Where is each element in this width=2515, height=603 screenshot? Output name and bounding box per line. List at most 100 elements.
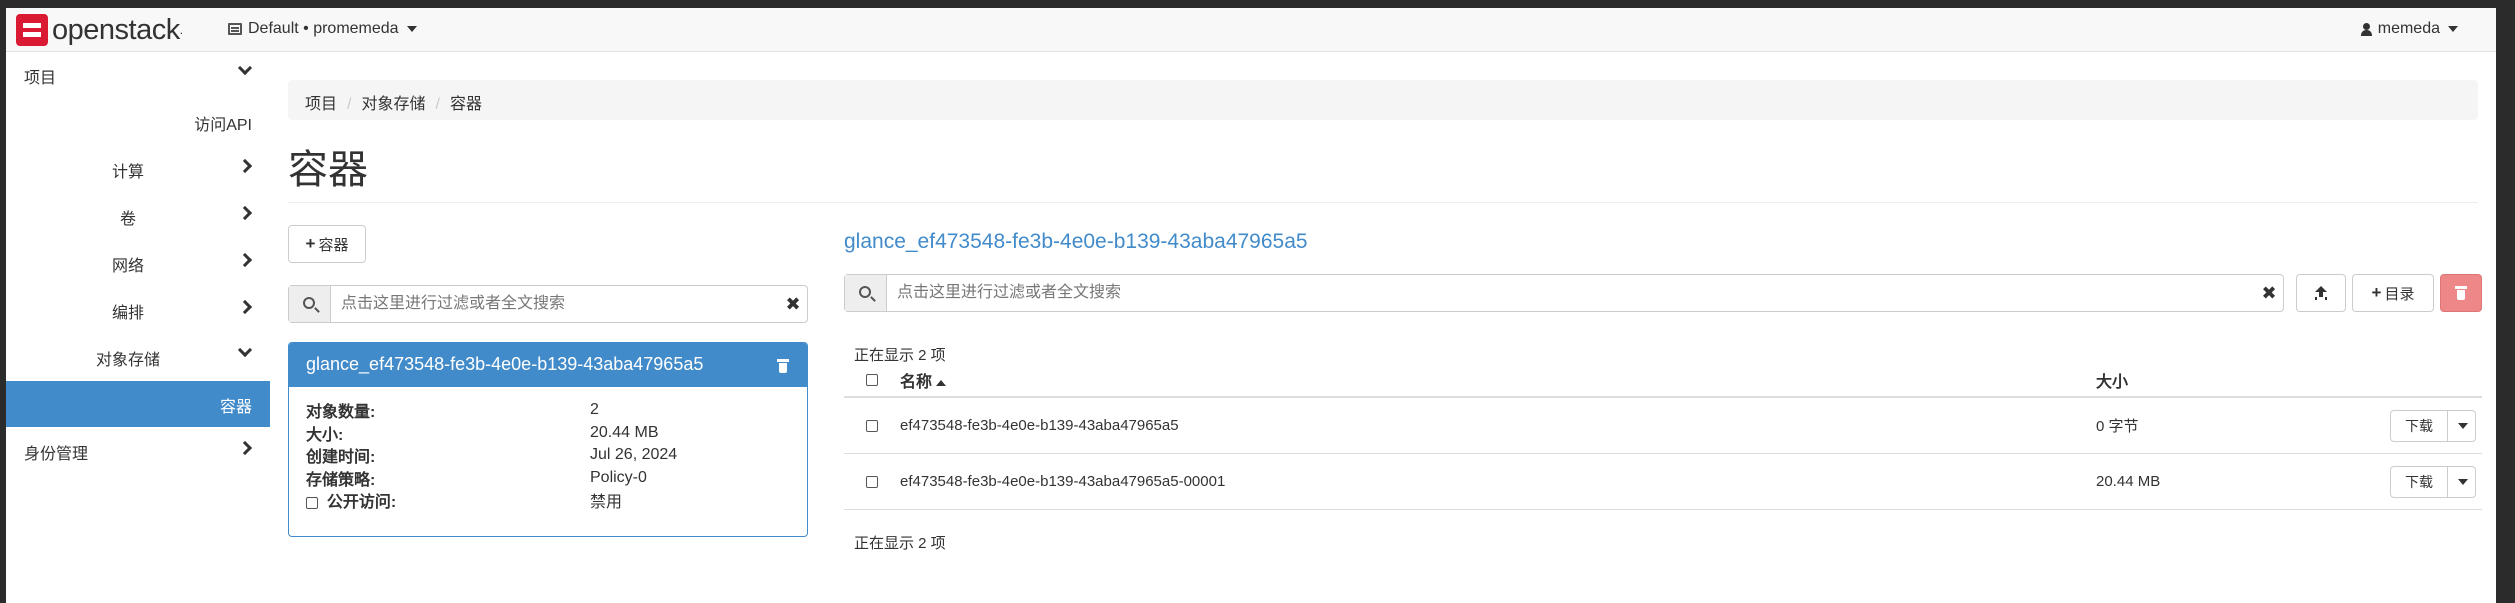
breadcrumb: 项目 / 对象存储 / 容器 bbox=[288, 80, 2478, 120]
sidebar-item-compute[interactable]: 计算 bbox=[6, 146, 270, 192]
clear-search-icon[interactable]: ✖ bbox=[2255, 275, 2283, 311]
brand-name: openstack bbox=[52, 13, 180, 46]
table-row: ef473548-fe3b-4e0e-b139-43aba47965a5 0 字… bbox=[844, 398, 2482, 454]
delete-container-icon[interactable] bbox=[777, 359, 789, 373]
sidebar-item-label: 访问API bbox=[194, 117, 252, 134]
user-name: memeda bbox=[2377, 20, 2440, 37]
container-card-header[interactable]: glance_ef473548-fe3b-4e0e-b139-43aba4796… bbox=[289, 343, 807, 387]
project-picker[interactable]: Default • promemeda bbox=[228, 20, 417, 38]
project-picker-label: Default • promemeda bbox=[248, 20, 399, 37]
container-card: glance_ef473548-fe3b-4e0e-b139-43aba4796… bbox=[288, 342, 808, 537]
sidebar-item-api-access[interactable]: 访问API bbox=[6, 99, 270, 145]
plus-icon: + bbox=[2371, 283, 2382, 302]
sort-ascending-icon bbox=[936, 379, 947, 386]
clear-search-icon[interactable]: ✖ bbox=[779, 286, 807, 322]
table-header: 名称 大小 bbox=[844, 364, 2482, 398]
object-search: ✖ bbox=[844, 274, 2284, 312]
sidebar-item-object-store[interactable]: 对象存储 bbox=[6, 334, 270, 380]
sidebar-item-volumes[interactable]: 卷 bbox=[6, 193, 270, 239]
search-icon bbox=[303, 297, 315, 309]
breadcrumb-object-store[interactable]: 对象存储 bbox=[361, 96, 425, 113]
chevron-right-icon bbox=[237, 440, 253, 456]
trash-icon bbox=[2455, 286, 2467, 300]
browser-window: openstack. Default • promemeda memeda 项目… bbox=[6, 8, 2496, 603]
chevron-down-icon bbox=[237, 342, 253, 358]
chevron-right-icon bbox=[237, 205, 253, 221]
row-actions-dropdown[interactable] bbox=[2448, 410, 2476, 442]
detail-policy: 存储策略: Policy-0 bbox=[306, 468, 647, 489]
sidebar-item-label: 计算 bbox=[112, 164, 145, 181]
sidebar-item-project[interactable]: 项目 bbox=[6, 52, 270, 98]
page-title: 容器 bbox=[288, 148, 368, 192]
search-icon bbox=[859, 286, 871, 298]
top-navbar: openstack. Default • promemeda memeda bbox=[6, 8, 2496, 52]
breadcrumb-project[interactable]: 项目 bbox=[305, 96, 337, 113]
object-search-input[interactable] bbox=[887, 275, 2255, 311]
user-icon bbox=[2360, 22, 2372, 36]
sidebar-item-label: 网络 bbox=[112, 258, 145, 275]
table-row: ef473548-fe3b-4e0e-b139-43aba47965a5-000… bbox=[844, 454, 2482, 510]
sidebar-item-label: 身份管理 bbox=[24, 446, 89, 463]
caret-down-icon bbox=[2448, 26, 2458, 32]
objects-container-title[interactable]: glance_ef473548-fe3b-4e0e-b139-43aba4796… bbox=[844, 230, 1308, 254]
delete-objects-button[interactable] bbox=[2440, 274, 2482, 312]
sidebar-item-identity[interactable]: 身份管理 bbox=[6, 428, 270, 474]
create-folder-label: 目录 bbox=[2384, 285, 2415, 303]
caret-down-icon bbox=[2457, 423, 2468, 429]
sidebar-item-label: 对象存储 bbox=[96, 352, 161, 369]
download-button-group: 下载 bbox=[2390, 410, 2476, 442]
item-count-bottom: 正在显示 2 项 bbox=[854, 535, 946, 552]
container-details: 对象数量: 2 大小: 20.44 MB 创建时间: Jul 26, 2024 … bbox=[289, 387, 807, 524]
sidebar-item-network[interactable]: 网络 bbox=[6, 240, 270, 286]
detail-created: 创建时间: Jul 26, 2024 bbox=[306, 446, 678, 467]
add-container-label: 容器 bbox=[318, 236, 349, 254]
detail-object-count: 对象数量: 2 bbox=[306, 401, 599, 422]
container-search: ✖ bbox=[288, 285, 808, 323]
divider bbox=[288, 202, 2478, 203]
main-content: 项目/对象存储/容器 容器 + 容器 ✖ glance_ef473548-fe3… bbox=[288, 52, 2496, 603]
search-icon-addon bbox=[289, 286, 331, 322]
sidebar-item-label: 项目 bbox=[24, 70, 57, 87]
object-name: ef473548-fe3b-4e0e-b139-43aba47965a5 bbox=[900, 417, 1179, 434]
sidebar-item-label: 编排 bbox=[112, 305, 145, 322]
chevron-right-icon bbox=[237, 299, 253, 315]
object-name: ef473548-fe3b-4e0e-b139-43aba47965a5-000… bbox=[900, 473, 1226, 490]
column-name[interactable]: 名称 bbox=[900, 368, 2096, 392]
user-menu[interactable]: memeda bbox=[2360, 20, 2458, 38]
download-button[interactable]: 下载 bbox=[2390, 410, 2448, 442]
container-search-input[interactable] bbox=[331, 286, 779, 322]
project-list-icon bbox=[228, 23, 242, 35]
upload-icon bbox=[2314, 286, 2328, 300]
caret-down-icon bbox=[406, 26, 417, 32]
row-checkbox[interactable] bbox=[866, 419, 878, 432]
download-button-group: 下载 bbox=[2390, 466, 2476, 498]
objects-table: 名称 大小 ef473548-fe3b-4e0e-b139-43aba47965… bbox=[844, 364, 2482, 510]
sidebar-item-orchestration[interactable]: 编排 bbox=[6, 287, 270, 333]
detail-size: 大小: 20.44 MB bbox=[306, 423, 659, 444]
chevron-down-icon bbox=[237, 60, 253, 76]
item-count-top: 正在显示 2 项 bbox=[854, 347, 946, 364]
column-size[interactable]: 大小 bbox=[2096, 368, 2482, 392]
openstack-logo-icon bbox=[16, 14, 48, 46]
sidebar-item-containers[interactable]: 容器 bbox=[6, 381, 270, 427]
sidebar-item-label: 容器 bbox=[219, 399, 252, 416]
search-icon-addon bbox=[845, 275, 887, 311]
chevron-right-icon bbox=[237, 158, 253, 174]
add-container-button[interactable]: + 容器 bbox=[288, 225, 366, 263]
upload-button[interactable] bbox=[2296, 274, 2346, 312]
row-checkbox[interactable] bbox=[866, 475, 878, 488]
select-all-checkbox[interactable] bbox=[866, 374, 878, 386]
container-name: glance_ef473548-fe3b-4e0e-b139-43aba4796… bbox=[306, 354, 704, 374]
breadcrumb-containers: 容器 bbox=[449, 96, 482, 113]
create-folder-button[interactable]: + 目录 bbox=[2352, 274, 2434, 312]
download-button[interactable]: 下载 bbox=[2390, 466, 2448, 498]
openstack-logo[interactable]: openstack. bbox=[16, 13, 183, 47]
caret-down-icon bbox=[2457, 479, 2468, 485]
detail-public-access: 公开访问: 禁用 bbox=[306, 489, 790, 512]
sidebar-item-label: 卷 bbox=[120, 211, 137, 228]
public-access-checkbox[interactable] bbox=[306, 497, 318, 510]
chevron-right-icon bbox=[237, 252, 253, 268]
sidebar: 项目 访问API 计算 卷 网络 编排 对象存储 容器 身份管理 bbox=[6, 52, 270, 603]
plus-icon: + bbox=[305, 234, 316, 253]
row-actions-dropdown[interactable] bbox=[2448, 466, 2476, 498]
